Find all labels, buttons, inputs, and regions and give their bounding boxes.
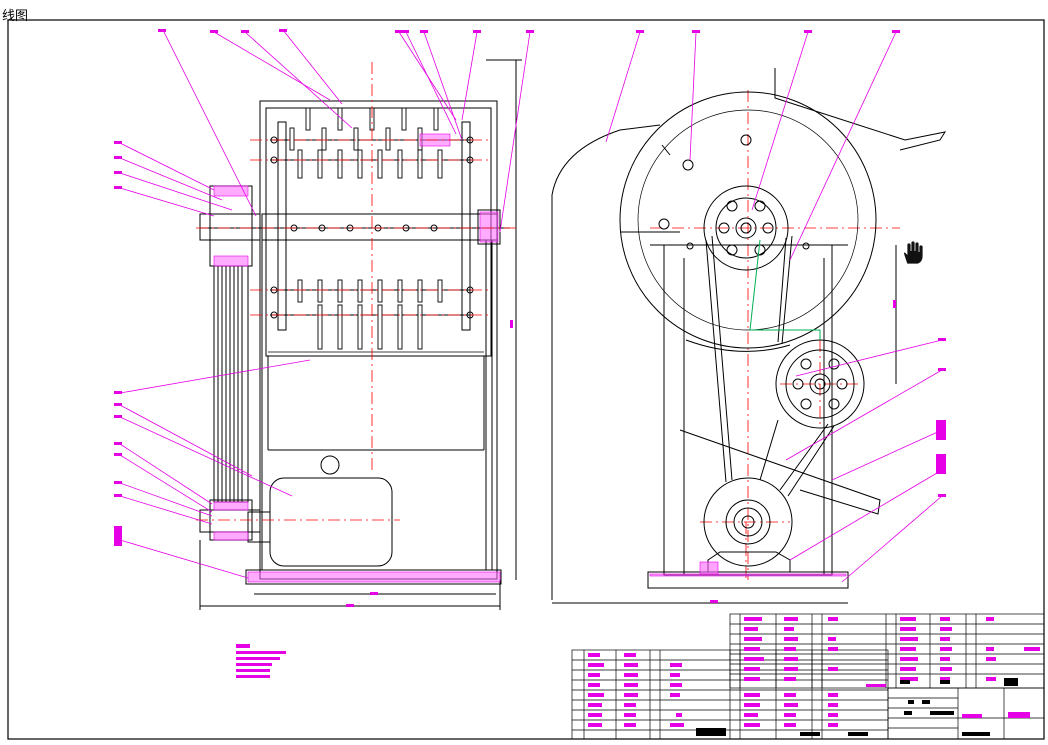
- hatched-sections: [213, 133, 501, 583]
- side-view: [551, 68, 947, 604]
- cad-drawing-canvas[interactable]: [0, 0, 1048, 745]
- leader-label-marks: [114, 29, 946, 607]
- drawing-border: [7, 19, 1045, 740]
- technical-notes: [236, 644, 286, 678]
- bom-text-marks: [588, 617, 1040, 727]
- hand-grab-icon: [903, 240, 924, 265]
- title-block: [571, 613, 1045, 740]
- center-lines: [196, 62, 900, 580]
